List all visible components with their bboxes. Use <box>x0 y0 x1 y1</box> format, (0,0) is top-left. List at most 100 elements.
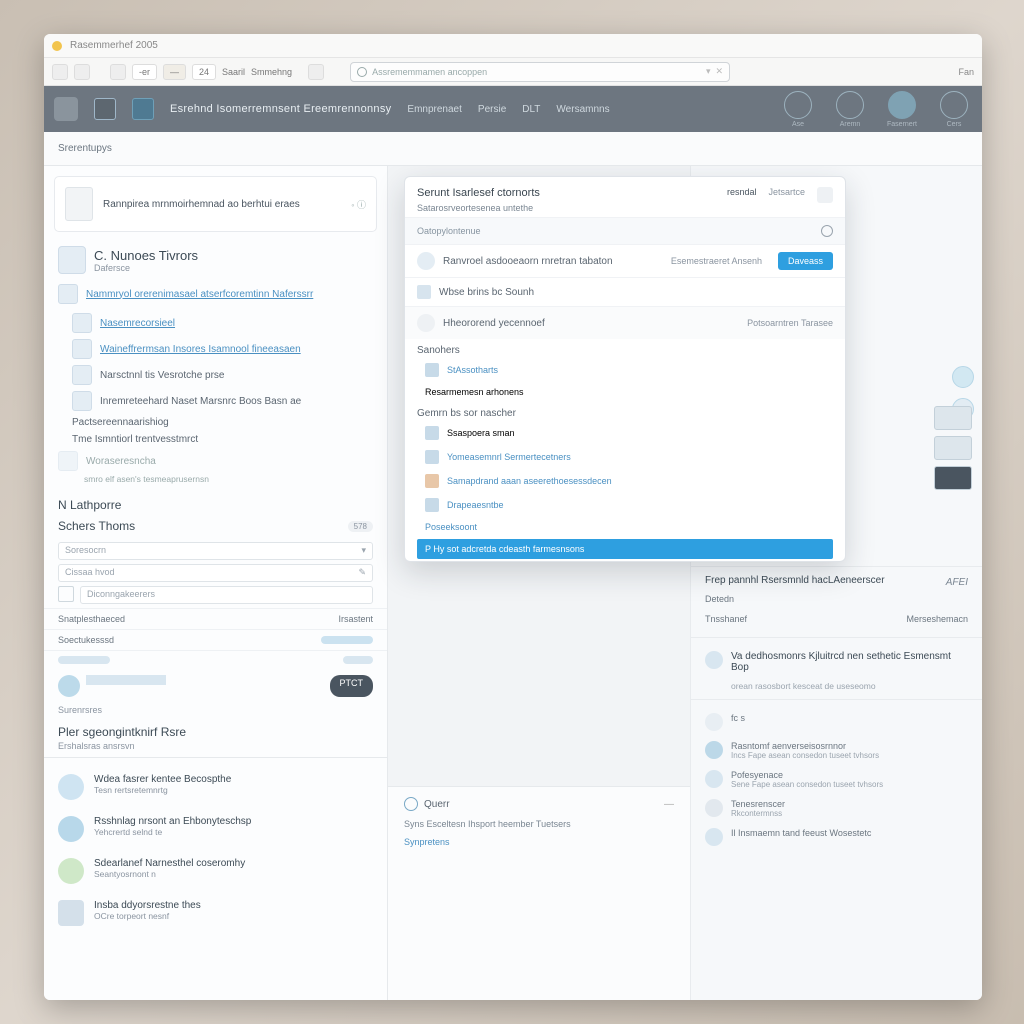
filter-input-3[interactable]: Diconngakeerers <box>80 586 373 604</box>
banner-meta-icon[interactable]: ◦ ⓘ <box>351 198 366 211</box>
app-logo-icon[interactable] <box>54 97 78 121</box>
list-icon <box>705 741 723 759</box>
list-1[interactable]: Soectukesssd <box>58 635 114 645</box>
gb-3[interactable]: Drapeaesntbe <box>447 500 504 510</box>
clear-icon[interactable]: ✕ <box>716 66 724 77</box>
item-icon <box>72 313 92 333</box>
pop-row-1[interactable]: Wbse brins bc Sounh <box>439 287 534 298</box>
feed-icon <box>58 816 84 842</box>
gb-1[interactable]: Yomeasemnrl Sermertecetners <box>447 452 571 462</box>
nav-link-0[interactable]: Emnprenaet <box>407 104 461 115</box>
gb-0[interactable]: Ssaspoera sman <box>447 428 515 438</box>
search-icon <box>357 67 367 77</box>
pop-row-sep-l[interactable]: Hheororend yecennoef <box>443 318 545 329</box>
mode-a[interactable]: -er <box>132 64 157 80</box>
side-icon-0[interactable] <box>952 366 974 388</box>
item-icon <box>425 426 439 440</box>
mode-c[interactable]: 24 <box>192 64 216 80</box>
item-icon <box>72 339 92 359</box>
section1-link[interactable]: Nammryol orerenimasael atserfcoremtinn N… <box>86 289 313 300</box>
breadcrumb-bar: Srerentupys <box>44 132 982 166</box>
left-item-2[interactable]: Narsctnnl tis Vesrotche prse <box>100 370 225 381</box>
bookmark-icon[interactable] <box>308 64 324 80</box>
footer-icon <box>58 451 78 471</box>
list-0[interactable]: Snatplesthaeced <box>58 614 125 624</box>
help-icon[interactable] <box>404 797 418 811</box>
feed-1-title[interactable]: Rsshnlag nrsont an Ehbonyteschsp <box>94 816 251 827</box>
grid-icon[interactable] <box>110 64 126 80</box>
popover-title: Serunt Isarlesef ctornorts <box>417 187 540 199</box>
pop-tab-1[interactable]: Jetsartce <box>768 187 805 203</box>
list-icon <box>705 828 723 846</box>
link-icon <box>58 284 78 304</box>
pill-dark[interactable]: PTCT <box>330 675 374 697</box>
address-bar[interactable]: Assrememmamen ancoppen ▾ ✕ <box>350 62 730 82</box>
app-module-icon[interactable] <box>132 98 154 120</box>
left-item-0[interactable]: Nasemrecorsieel <box>100 318 175 329</box>
pop-tab-0[interactable]: resndal <box>727 187 757 203</box>
left-item-1[interactable]: Waineffrermsan Insores Isamnool fineeasa… <box>100 344 301 355</box>
feed-0-title[interactable]: Wdea fasrer kentee Becospthe <box>94 774 231 785</box>
toolbar-label-e: Smmehng <box>251 67 292 77</box>
app-switcher-icon[interactable] <box>94 98 116 120</box>
feed-2-title[interactable]: Sdearlanef Narnesthel coseromhy <box>94 858 245 869</box>
app-brand: Esrehnd Isomerremnsent Ereemrennonnsy <box>170 103 391 115</box>
thumb-2[interactable] <box>934 466 972 490</box>
left-column: Rannpirea mrnmoirhemnad ao berhtui eraes… <box>44 166 388 1000</box>
chevron-down-icon[interactable]: ▾ <box>706 66 711 77</box>
midbot-line2[interactable]: Synpretens <box>404 837 674 847</box>
back-icon[interactable] <box>52 64 68 80</box>
nav-circle-0[interactable] <box>784 91 812 119</box>
traffic-light-icon[interactable] <box>52 41 62 51</box>
breadcrumb[interactable]: Srerentupys <box>58 143 112 154</box>
item-icon <box>72 365 92 385</box>
r-block2-title: Va dedhosmonrs Kjluitrcd nen sethetic Es… <box>731 651 968 673</box>
window-title: Rasemmerhef 2005 <box>70 40 158 51</box>
forward-icon[interactable] <box>74 64 90 80</box>
section2-badge: 578 <box>348 521 373 532</box>
ga-1[interactable]: Resarmemesn arhonens <box>425 387 524 397</box>
progress-bar <box>58 656 110 664</box>
browser-toolbar: -er — 24 Saaril Smmehng Assrememmamen an… <box>44 58 982 86</box>
address-placeholder: Assrememmamen ancoppen <box>372 67 487 77</box>
thumb-1[interactable] <box>934 436 972 460</box>
section2-title: Schers Thoms <box>58 519 135 533</box>
nav-circle-2[interactable] <box>888 91 916 119</box>
thumb-0[interactable] <box>934 406 972 430</box>
filter-input-2[interactable]: Cissaa hvod✎ <box>58 564 373 582</box>
feed-icon <box>58 774 84 800</box>
midbot-line1: Syns Esceltesn Ihsport heember Tuetsers <box>404 811 674 837</box>
toolbar-label-d: Saaril <box>222 67 245 77</box>
pop-highlight[interactable]: P Hy sot adcretda cdeasth farmesnsons <box>417 539 833 559</box>
filter-input-1[interactable]: Soresocrn▾ <box>58 542 373 560</box>
nav-link-2[interactable]: DLT <box>522 104 540 115</box>
avatar <box>58 675 80 697</box>
pop-row-action[interactable]: Daveass <box>778 252 833 270</box>
left-item-5[interactable]: Tme Ismntiorl trentvesstmrct <box>72 434 198 445</box>
nav-circle-3[interactable] <box>940 91 968 119</box>
left-item-3[interactable]: Inremreteehard Naset Marsnrc Boos Basn a… <box>100 396 301 407</box>
banner-title: Rannpirea mrnmoirhemnad ao berhtui eraes <box>103 199 300 210</box>
nav-circle-1[interactable] <box>836 91 864 119</box>
feed-3-title[interactable]: Insba ddyorsrestne thes <box>94 900 201 911</box>
ga-0[interactable]: StAssotharts <box>447 365 498 375</box>
toolbar-right-label[interactable]: Fan <box>958 67 974 77</box>
collapse-icon[interactable]: — <box>664 799 674 810</box>
pop-row-0[interactable]: Ranvroel asdooeaorn rnretran tabaton <box>443 256 613 267</box>
item-icon <box>425 450 439 464</box>
item-icon <box>72 391 92 411</box>
pop-settings-icon[interactable] <box>817 187 833 203</box>
mode-b[interactable]: — <box>163 64 186 80</box>
left-item-4[interactable]: Pactsereennaarishiog <box>72 417 169 428</box>
nav-link-3[interactable]: Wersamnns <box>556 104 609 115</box>
gb-2[interactable]: Samapdrand aaan aseerethoesessdecen <box>447 476 612 486</box>
plan-sub: Ershalsras ansrsvn <box>44 741 387 757</box>
main-nav: Esrehnd Isomerremnsent Ereemrennonnsy Em… <box>44 86 982 132</box>
checkbox[interactable] <box>58 586 74 602</box>
midbot-title: Querr <box>424 799 450 810</box>
search-icon[interactable] <box>821 225 833 237</box>
left-footer-a: Woraseresncha <box>86 456 156 467</box>
gb-4[interactable]: Poseeksoont <box>425 522 477 532</box>
feed: Wdea fasrer kentee BecosptheTesn rertsre… <box>44 757 387 942</box>
nav-link-1[interactable]: Persie <box>478 104 506 115</box>
